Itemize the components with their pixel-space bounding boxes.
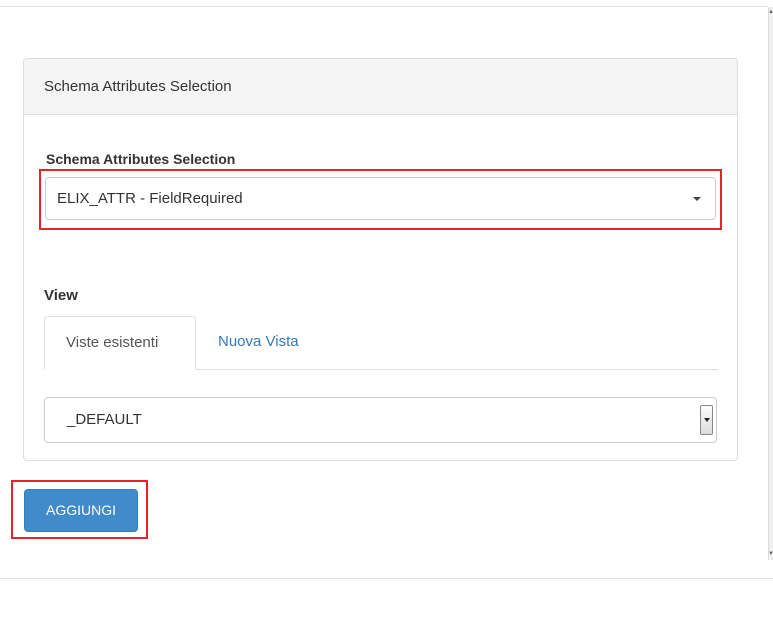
bottom-divider: [0, 578, 773, 579]
view-tabs: Viste esistenti Nuova Vista: [44, 316, 718, 370]
schema-attributes-panel: Schema Attributes Selection Schema Attri…: [23, 58, 738, 461]
caret-down-icon: [693, 197, 701, 201]
tab-viste-esistenti[interactable]: Viste esistenti: [44, 316, 196, 370]
top-divider: [0, 6, 768, 7]
attributes-select-label: Schema Attributes Selection: [46, 151, 236, 167]
attributes-select-value: ELIX_ATTR - FieldRequired: [57, 190, 243, 207]
scroll-down-icon[interactable]: ▼: [768, 550, 773, 558]
tab-nuova-vista[interactable]: Nuova Vista: [218, 316, 299, 370]
scrollbar[interactable]: [768, 7, 773, 560]
modal-frame: ▲ ▼ Schema Attributes Selection Schema A…: [0, 0, 773, 630]
add-button[interactable]: AGGIUNGI: [24, 489, 138, 532]
view-select-value: _DEFAULT: [67, 411, 142, 428]
scroll-up-icon[interactable]: ▲: [768, 8, 773, 16]
select-spinner-icon[interactable]: [700, 405, 713, 435]
view-label: View: [44, 287, 78, 304]
view-select[interactable]: _DEFAULT: [44, 397, 717, 443]
panel-heading: Schema Attributes Selection: [24, 59, 737, 115]
attributes-select[interactable]: ELIX_ATTR - FieldRequired: [45, 177, 716, 220]
